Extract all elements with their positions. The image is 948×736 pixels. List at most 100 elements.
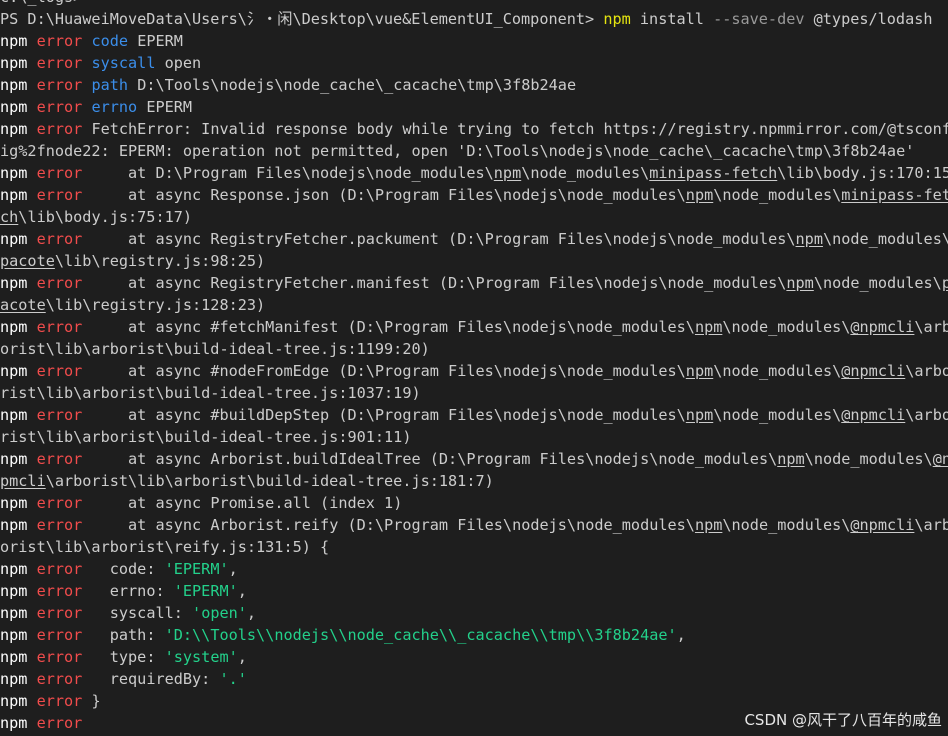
- underlined-path-segment: @n: [932, 450, 948, 468]
- output-text: EPERM: [137, 98, 193, 116]
- terminal-line: npm error syscall open: [0, 52, 948, 74]
- output-text: at async #buildDepStep (D:\Program Files…: [82, 406, 686, 424]
- underlined-path-segment: @npmcli: [841, 362, 906, 380]
- output-text: at async Arborist.buildIdealTree (D:\Pro…: [82, 450, 778, 468]
- error-field-key: errno: [91, 98, 138, 116]
- output-text: ,: [237, 582, 247, 600]
- terminal-line: ig%2fnode22: EPERM: operation not permit…: [0, 140, 948, 162]
- error-level-label: error: [36, 164, 83, 182]
- output-text: \node_modules\: [722, 318, 851, 336]
- underlined-path-segment: npm: [685, 406, 714, 424]
- underlined-path-segment: npm: [786, 274, 814, 292]
- terminal-line: npm error at async Arborist.reify (D:\Pr…: [0, 514, 948, 536]
- output-text: FetchError: Invalid response body while …: [82, 120, 948, 138]
- error-level-label: error: [36, 362, 83, 380]
- output-text: \arb: [914, 318, 948, 336]
- string-value: 'open': [192, 604, 247, 622]
- output-text: ,: [246, 604, 257, 622]
- terminal-line: npm error at async #buildDepStep (D:\Pro…: [0, 404, 948, 426]
- output-text: at async Arborist.reify (D:\Program File…: [82, 516, 695, 534]
- error-level-label: error: [36, 494, 83, 512]
- underlined-path-segment: npm: [685, 186, 714, 204]
- npm-label: npm: [0, 76, 28, 94]
- output-text: \arbo: [905, 362, 948, 380]
- terminal-line: orist\lib\arborist\reify.js:131:5) {: [0, 536, 948, 558]
- npm-label: npm: [0, 450, 28, 468]
- error-level-label: error: [36, 450, 83, 468]
- underlined-path-segment: npm: [795, 230, 823, 248]
- error-level-label: error: [36, 76, 83, 94]
- underlined-path-segment: pmcli: [0, 472, 46, 490]
- output-text: }: [82, 692, 101, 710]
- underlined-path-segment: @npmcli: [850, 318, 915, 336]
- error-level-label: error: [36, 318, 83, 336]
- npm-label: npm: [0, 362, 28, 380]
- string-value: 'system': [164, 648, 238, 666]
- npm-label: npm: [0, 494, 28, 512]
- output-text: \arborist\lib\arborist\build-ideal-tree.…: [45, 472, 494, 490]
- output-text: \node_modules\: [804, 450, 933, 468]
- terminal-line: npm error FetchError: Invalid response b…: [0, 118, 948, 140]
- output-text: D:\Tools\nodejs\node_cache\_cacache\tmp\…: [128, 76, 577, 94]
- npm-label: npm: [0, 54, 28, 72]
- npm-label: npm: [0, 274, 28, 292]
- output-text: at async RegistryFetcher.manifest (D:\Pr…: [82, 274, 787, 292]
- npm-label: npm: [0, 626, 28, 644]
- terminal-line: npm error }: [0, 690, 948, 712]
- output-text: at async RegistryFetcher.packument (D:\P…: [82, 230, 796, 248]
- terminal-line: npm error errno EPERM: [0, 96, 948, 118]
- output-text: \node_modules\: [713, 186, 842, 204]
- terminal-line: npm error code EPERM: [0, 30, 948, 52]
- error-level-label: error: [36, 54, 83, 72]
- output-text: \node_modules\: [713, 362, 842, 380]
- error-level-label: error: [36, 560, 83, 578]
- error-level-label: error: [36, 406, 83, 424]
- npm-label: npm: [0, 560, 28, 578]
- npm-label: npm: [0, 692, 28, 710]
- npm-label: npm: [0, 516, 28, 534]
- npm-label: npm: [0, 604, 28, 622]
- output-text: \arb: [914, 516, 948, 534]
- underlined-path-segment: acote: [0, 296, 46, 314]
- string-value: 'D:\\Tools\\nodejs\\node_cache\\_cacache…: [164, 626, 677, 644]
- output-text: c:\_logs>: [0, 0, 82, 6]
- output-text: \arbo: [905, 406, 948, 424]
- string-value: 'EPERM': [173, 582, 238, 600]
- output-text: PS D:\HuaweiMoveData\Users\氵・闲\Desktop\v…: [0, 10, 604, 28]
- underlined-path-segment: npm: [777, 450, 805, 468]
- terminal-line: npm error at async Arborist.buildIdealTr…: [0, 448, 948, 470]
- terminal-output[interactable]: c:\_logs> PS D:\HuaweiMoveData\Users\氵・闲\…: [0, 0, 948, 734]
- npm-label: npm: [0, 98, 28, 116]
- npm-label: npm: [0, 648, 28, 666]
- npm-label: npm: [0, 120, 28, 138]
- output-text: at async #fetchManifest (D:\Program File…: [82, 318, 695, 336]
- npm-label: npm: [0, 230, 28, 248]
- output-text: EPERM: [128, 32, 183, 50]
- output-text: at D:\Program Files\nodejs\node_modules\: [82, 164, 494, 182]
- output-text: orist\lib\arborist\reify.js:131:5) {: [0, 538, 330, 556]
- terminal-line: npm error at async RegistryFetcher.packu…: [0, 228, 948, 250]
- output-text: ,: [676, 626, 686, 644]
- output-text: \node_modules\: [813, 274, 942, 292]
- terminal-line: npm error requiredBy: '.': [0, 668, 948, 690]
- output-text: rist\lib\arborist\build-ideal-tree.js:10…: [0, 384, 421, 402]
- npm-label: npm: [0, 186, 28, 204]
- error-field-key: path: [91, 76, 129, 94]
- underlined-path-segment: npm: [685, 362, 714, 380]
- error-level-label: error: [36, 714, 83, 732]
- npm-label: npm: [0, 406, 28, 424]
- error-level-label: error: [36, 670, 83, 688]
- error-level-label: error: [36, 648, 83, 666]
